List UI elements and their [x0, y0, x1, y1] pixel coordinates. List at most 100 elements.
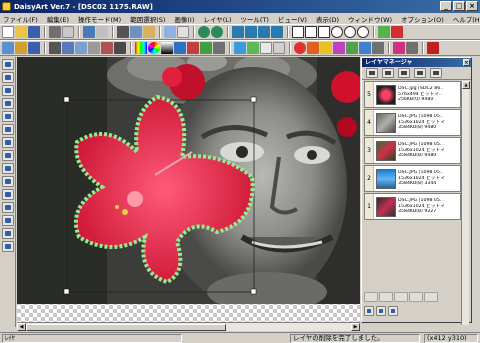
new-layer-icon[interactable]	[366, 68, 378, 78]
landscape-icon[interactable]	[247, 42, 259, 54]
purple-tool-icon[interactable]	[333, 42, 345, 54]
nav-home-icon[interactable]	[232, 26, 244, 38]
paint-icon[interactable]	[307, 42, 319, 54]
horizontal-scrollbar[interactable]: ◀ ▶	[17, 322, 360, 331]
layer-icon[interactable]	[2, 42, 14, 54]
scroll-up-arrow-icon[interactable]: ▲	[462, 81, 470, 89]
gift-icon[interactable]	[427, 42, 439, 54]
gradient-icon[interactable]	[161, 42, 173, 54]
blur-tool-icon[interactable]	[2, 137, 14, 148]
ring-icon[interactable]	[357, 26, 369, 38]
frame-icon[interactable]	[305, 26, 317, 38]
paste-icon[interactable]	[143, 26, 155, 38]
airbrush-tool-icon[interactable]	[2, 85, 14, 96]
menu-view[interactable]: ビュー(V)	[278, 14, 307, 24]
adjust-icon[interactable]	[174, 42, 186, 54]
nav-up-icon[interactable]	[245, 26, 257, 38]
stack-icon[interactable]	[15, 42, 27, 54]
copy-layer-icon[interactable]	[376, 306, 386, 316]
menu-image[interactable]: 画像(I)	[174, 14, 194, 24]
sharpen-tool-icon[interactable]	[2, 150, 14, 161]
paste-layer-icon[interactable]	[388, 306, 398, 316]
print-icon[interactable]	[49, 26, 61, 38]
layer-settings-icon[interactable]	[430, 68, 442, 78]
filter-icon[interactable]	[114, 42, 126, 54]
red-ball-icon[interactable]	[294, 42, 306, 54]
scroll-thumb[interactable]	[26, 324, 226, 331]
menu-options[interactable]: オプション(O)	[401, 14, 444, 24]
layer-item[interactable]: 3 DSC.JPG [1098 05.. 1536x1024 ビットマ 3584…	[364, 137, 461, 164]
clone-tool-icon[interactable]	[2, 189, 14, 200]
new-file-icon[interactable]	[2, 26, 14, 38]
move-up-button[interactable]	[379, 292, 393, 302]
menu-mode[interactable]: 操作モード(M)	[78, 14, 121, 24]
select-icon[interactable]	[164, 26, 176, 38]
layer-manager-close-button[interactable]: ×	[463, 59, 470, 66]
gray-tool-icon[interactable]	[372, 42, 384, 54]
rect-tool-icon[interactable]	[2, 215, 14, 226]
green-box-icon[interactable]	[378, 26, 390, 38]
menu-file[interactable]: ファイル(F)	[3, 14, 38, 24]
rect-select-icon[interactable]	[292, 26, 304, 38]
move-bottom-button[interactable]	[409, 292, 423, 302]
wand-icon[interactable]	[62, 42, 74, 54]
move-top-button[interactable]	[364, 292, 378, 302]
preview-icon[interactable]	[62, 26, 74, 38]
grayscale-icon[interactable]	[213, 42, 225, 54]
redo-icon[interactable]	[96, 26, 108, 38]
minimize-button[interactable]: _	[440, 1, 452, 11]
merge-button[interactable]	[424, 292, 438, 302]
layer-manager-titlebar[interactable]: レイヤマネージャ ×	[362, 58, 471, 67]
menu-layer[interactable]: レイヤ(L)	[203, 14, 231, 24]
nav-end-icon[interactable]	[271, 26, 283, 38]
smudge-tool-icon[interactable]	[2, 124, 14, 135]
menu-window[interactable]: ウィンドウ(W)	[348, 14, 392, 24]
menu-help[interactable]: ヘルプ(H)	[453, 14, 480, 24]
magenta-pen-icon[interactable]	[393, 42, 405, 54]
pencil-tool-icon[interactable]	[2, 59, 14, 70]
close-button[interactable]: ×	[466, 1, 478, 11]
cut-icon[interactable]	[117, 26, 129, 38]
blue-tool-icon[interactable]	[359, 42, 371, 54]
layer-item[interactable]: 1 DSC.JPG [1098 05.. 1536x1024 ビットマ 3584…	[364, 193, 461, 220]
ellipse-icon[interactable]	[344, 26, 356, 38]
circle-icon[interactable]	[331, 26, 343, 38]
yellow-tool-icon[interactable]	[320, 42, 332, 54]
move-down-button[interactable]	[394, 292, 408, 302]
page-icon[interactable]	[260, 42, 272, 54]
delete-layer-icon[interactable]	[398, 68, 410, 78]
undo-icon[interactable]	[83, 26, 95, 38]
eraser-tool-icon[interactable]	[2, 111, 14, 122]
stamp-icon[interactable]	[88, 42, 100, 54]
menu-tools[interactable]: ツール(T)	[240, 14, 269, 24]
fill-tool-icon[interactable]	[2, 98, 14, 109]
scissors-icon[interactable]	[75, 42, 87, 54]
layer-list-scrollbar[interactable]: ▲	[461, 81, 470, 325]
layer-item[interactable]: 4 DSC.JPG [1098 05.. 1536x1024 ビットマ 3584…	[364, 109, 461, 136]
open-folder-icon[interactable]	[15, 26, 27, 38]
brush-tool-icon[interactable]	[2, 72, 14, 83]
copy-icon[interactable]	[130, 26, 142, 38]
dodge-tool-icon[interactable]	[2, 163, 14, 174]
menu-edit[interactable]: 編集(E)	[47, 14, 69, 24]
pen-icon[interactable]	[406, 42, 418, 54]
title-bar[interactable]: DaisyArt Ver.7 - [DSC02 1175.RAW] _ □ ×	[0, 0, 480, 13]
red-x-icon[interactable]	[391, 26, 403, 38]
layer-property-icon[interactable]	[414, 68, 426, 78]
brush-icon[interactable]	[49, 42, 61, 54]
maximize-button[interactable]: □	[453, 1, 465, 11]
zoom-out-icon[interactable]	[211, 26, 223, 38]
scroll-left-arrow-icon[interactable]: ◀	[17, 323, 26, 331]
scroll-right-arrow-icon[interactable]: ▶	[351, 323, 360, 331]
deselect-icon[interactable]	[177, 26, 189, 38]
recycle-icon[interactable]	[28, 42, 40, 54]
eyedropper-icon[interactable]	[101, 42, 113, 54]
green-channel-icon[interactable]	[200, 42, 212, 54]
cut-layer-icon[interactable]	[364, 306, 374, 316]
layer-item[interactable]: 2 DSC.JPG [1098 05.. 1536x1024 ビットマ 3584…	[364, 165, 461, 192]
menu-display[interactable]: 表示(D)	[316, 14, 339, 24]
text-tool-icon[interactable]	[2, 241, 14, 252]
duplicate-layer-icon[interactable]	[382, 68, 394, 78]
color-palette-icon[interactable]	[135, 42, 147, 54]
line-tool-icon[interactable]	[2, 228, 14, 239]
